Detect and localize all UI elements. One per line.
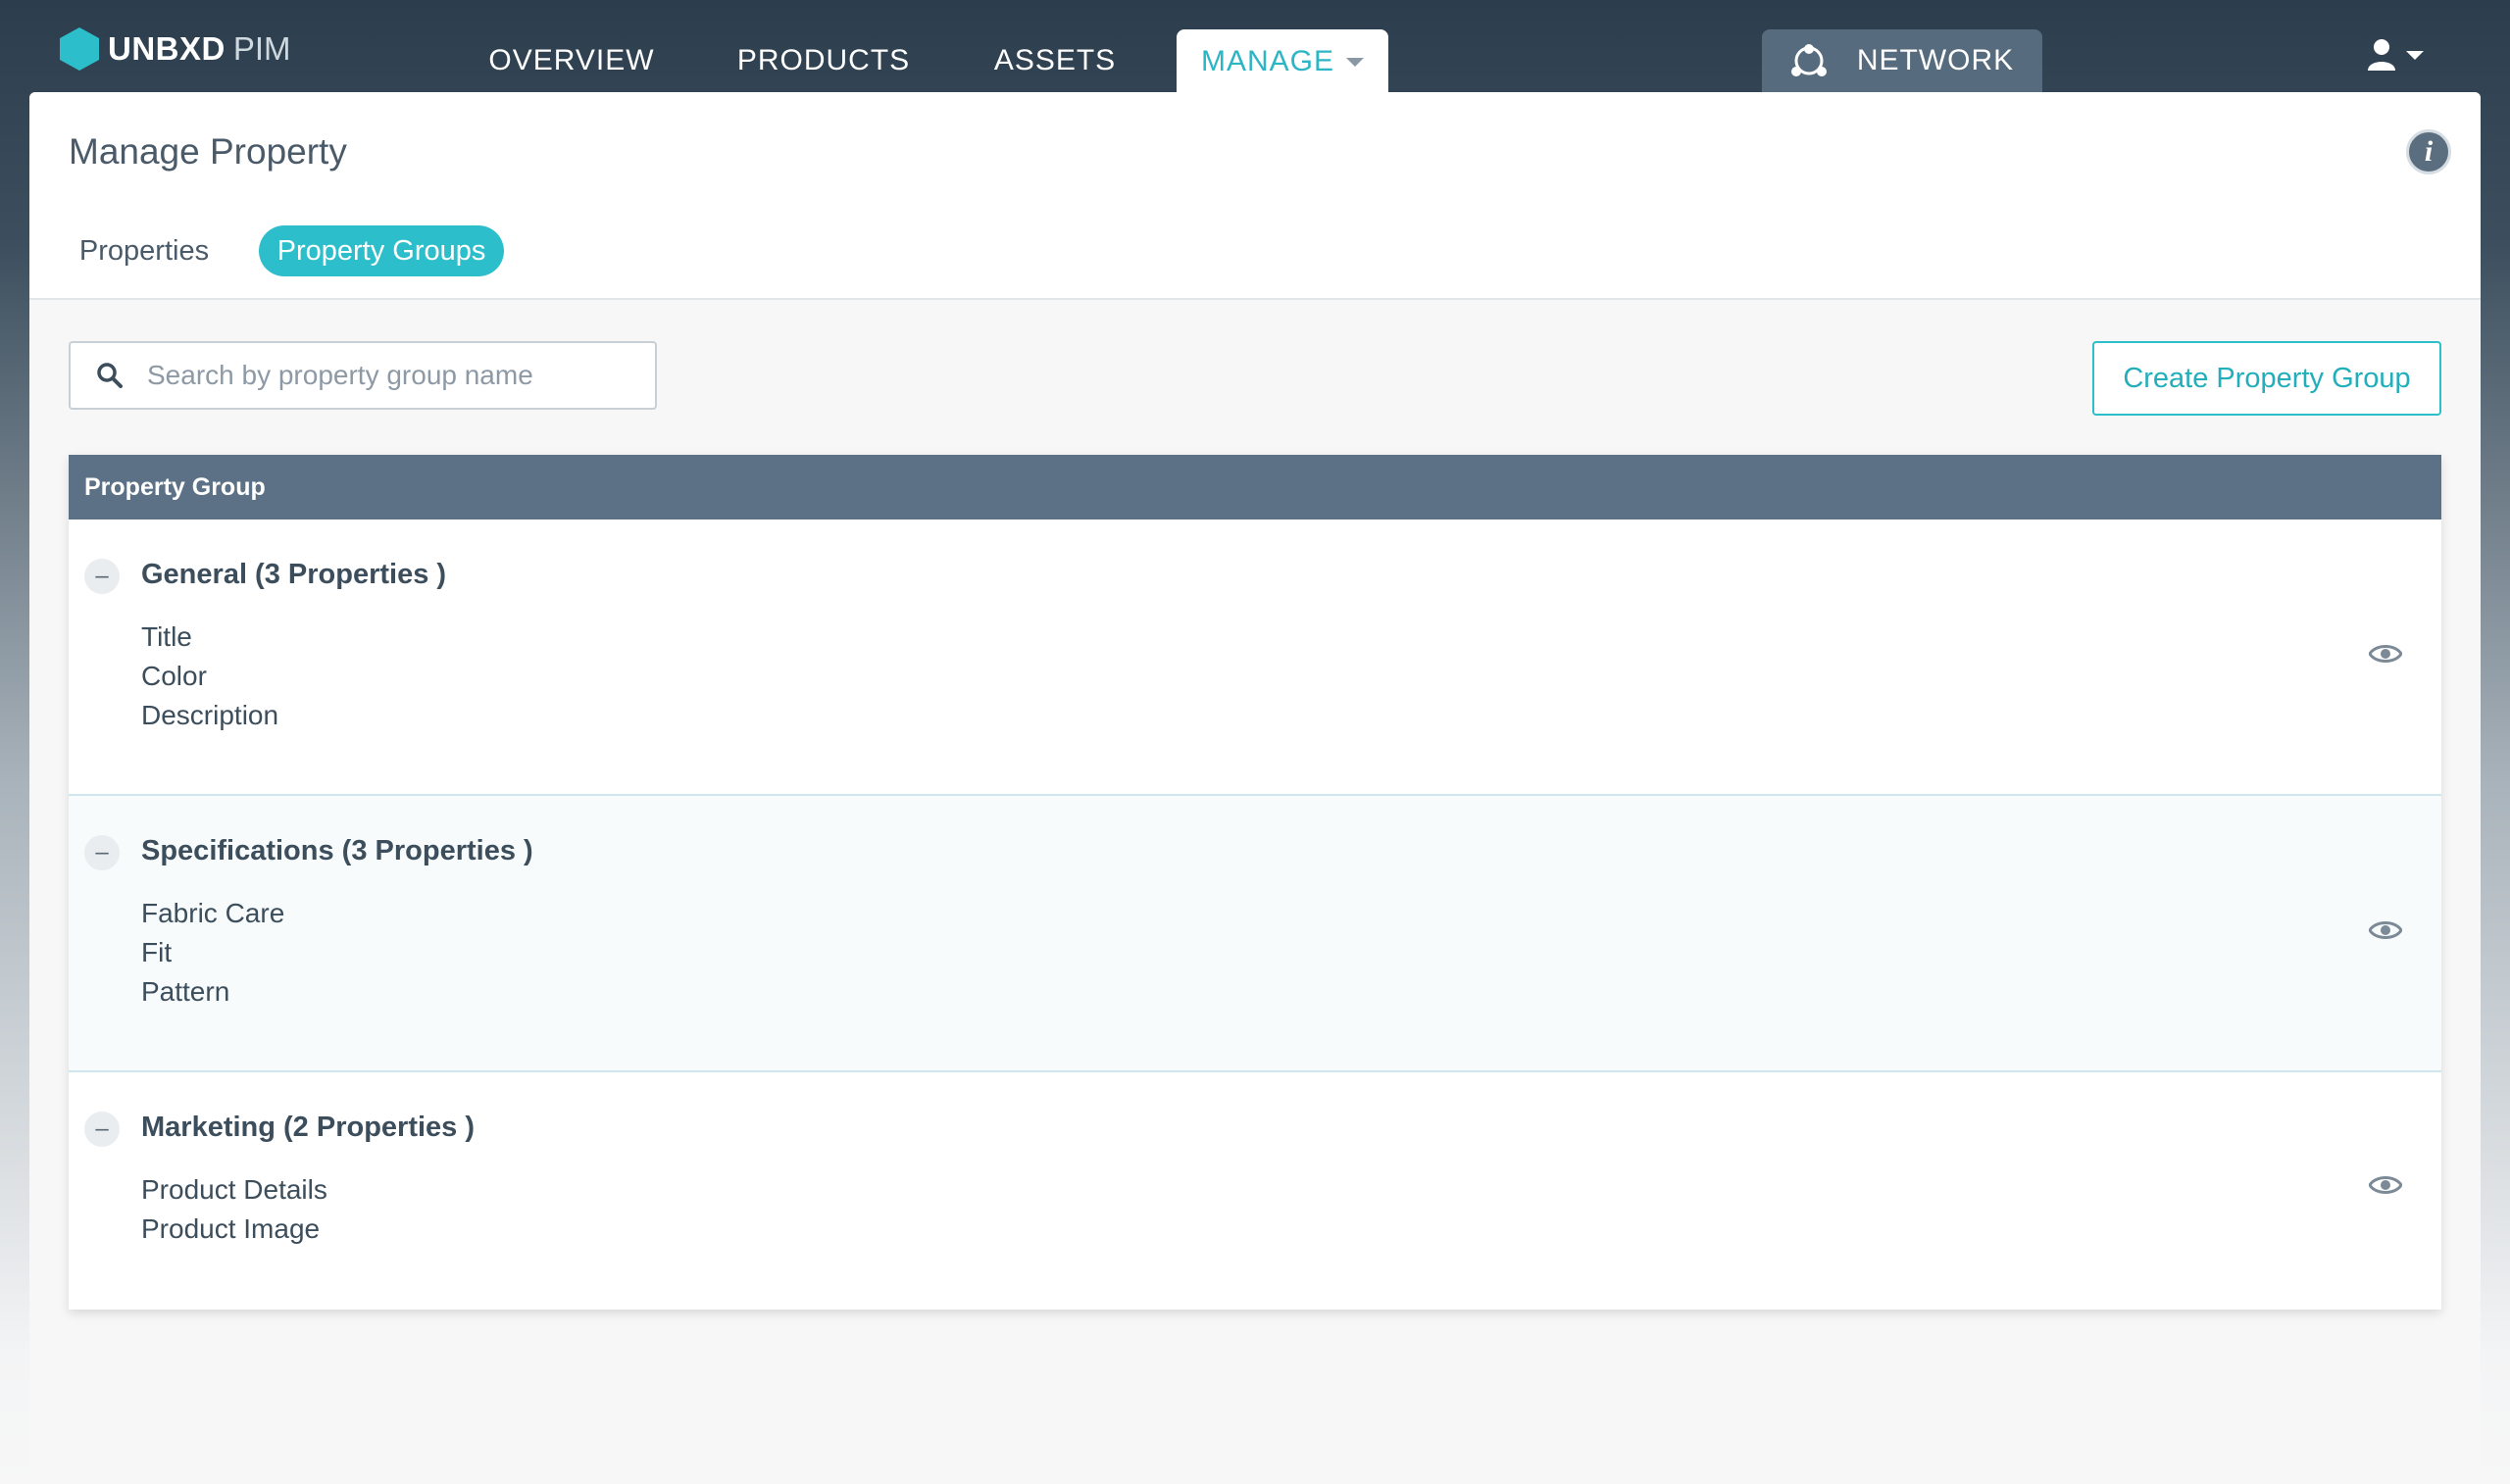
page-title: Manage Property [69, 131, 347, 172]
table-header: Property Group [69, 455, 2441, 519]
property-group-table: Property Group – General (3 Properties )… [69, 455, 2441, 1310]
eye-icon[interactable] [2369, 919, 2402, 941]
minus-icon[interactable]: – [84, 1112, 120, 1147]
create-property-group-button[interactable]: Create Property Group [2092, 341, 2441, 416]
user-icon [2368, 39, 2395, 71]
list-item: Fabric Care [141, 898, 285, 928]
property-list: Title Color Description [141, 618, 278, 735]
tab-property-groups[interactable]: Property Groups [259, 225, 504, 276]
search-field[interactable] [69, 341, 657, 410]
nav-products[interactable]: PRODUCTS [726, 29, 922, 92]
group-title: General (3 Properties ) [141, 559, 447, 590]
page-header: Manage Property i Properties Property Gr… [29, 92, 2481, 300]
list-item: Color [141, 661, 207, 691]
chevron-down-icon [1346, 57, 1365, 67]
eye-icon[interactable] [2369, 1174, 2402, 1196]
minus-icon[interactable]: – [84, 559, 120, 594]
main-panel: Manage Property i Properties Property Gr… [29, 92, 2481, 1484]
search-input[interactable] [147, 360, 637, 391]
list-item: Product Image [141, 1213, 321, 1244]
brand-logo[interactable]: UNBXD PIM [59, 27, 291, 71]
group-title: Specifications (3 Properties ) [141, 835, 533, 866]
nav-assets[interactable]: ASSETS [977, 29, 1133, 92]
group-title: Marketing (2 Properties ) [141, 1112, 476, 1143]
minus-icon[interactable]: – [84, 835, 120, 870]
network-icon [1790, 44, 1827, 76]
table-row: – Marketing (2 Properties ) Product Deta… [69, 1072, 2441, 1310]
list-item: Description [141, 700, 279, 730]
table-row: – Specifications (3 Properties ) Fabric … [69, 796, 2441, 1072]
brand-suffix: PIM [232, 30, 291, 67]
list-item: Pattern [141, 976, 230, 1007]
list-item: Fit [141, 937, 173, 967]
property-list: Product Details Product Image [141, 1170, 327, 1249]
brand-name: UNBXD [108, 30, 226, 67]
nav-manage[interactable]: MANAGE [1177, 29, 1388, 94]
tab-properties[interactable]: Properties [71, 225, 218, 276]
nav-network-label: NETWORK [1856, 44, 2015, 76]
property-list: Fabric Care Fit Pattern [141, 894, 284, 1012]
nav-network[interactable]: NETWORK [1762, 29, 2042, 92]
list-item: Title [141, 621, 192, 652]
chevron-down-icon [2406, 50, 2424, 60]
table-row: – General (3 Properties ) Title Color De… [69, 519, 2441, 796]
list-item: Product Details [141, 1174, 327, 1205]
top-navigation: UNBXD PIM OVERVIEW PRODUCTS ASSETS MANAG… [0, 0, 2510, 94]
nav-manage-label: MANAGE [1200, 45, 1335, 77]
user-menu[interactable] [2367, 35, 2424, 74]
hexagon-logo-icon [60, 27, 99, 71]
eye-icon[interactable] [2369, 643, 2402, 665]
nav-overview[interactable]: OVERVIEW [469, 29, 675, 92]
info-icon[interactable]: i [2406, 129, 2451, 174]
search-icon [97, 363, 123, 388]
